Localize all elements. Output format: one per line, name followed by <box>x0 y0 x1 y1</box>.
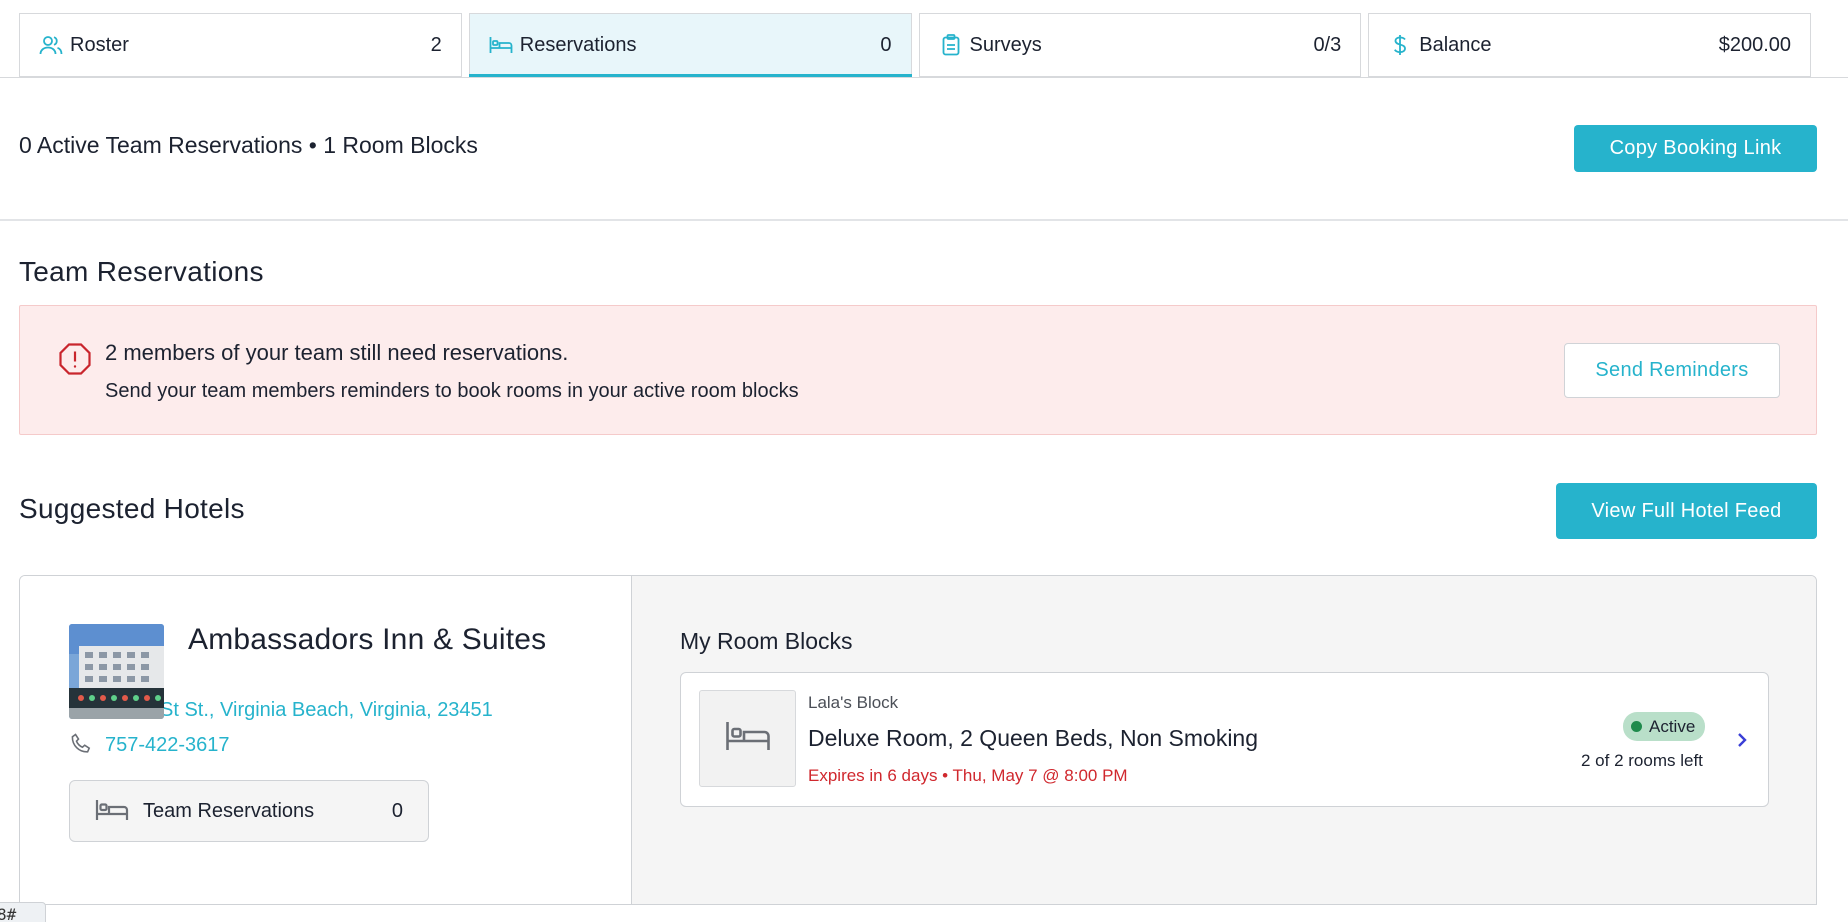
status-badge: Active <box>1623 712 1706 741</box>
tab-reservations-label: Reservations <box>519 33 637 56</box>
tab-reservations-count: 0 <box>880 33 892 56</box>
alert-octagon-icon <box>58 342 92 376</box>
chevron-right-icon[interactable] <box>1735 729 1749 751</box>
suggested-hotels-heading: Suggested Hotels <box>19 493 245 524</box>
tabs-divider <box>0 77 1848 78</box>
send-reminders-button[interactable]: Send Reminders <box>1564 343 1780 398</box>
room-thumbnail <box>699 690 796 787</box>
tab-surveys[interactable]: Surveys 0/3 <box>918 13 1362 77</box>
hotel-details: St St., Virginia Beach, Virginia, 23451 … <box>20 576 632 904</box>
bed-icon <box>488 32 514 58</box>
hotel-card: St St., Virginia Beach, Virginia, 23451 … <box>19 575 1817 905</box>
rooms-left: 2 of 2 rooms left <box>1581 751 1703 770</box>
hotel-photo <box>69 624 164 719</box>
room-block-name: Lala's Block <box>808 693 899 712</box>
tab-reservations[interactable]: Reservations 0 <box>468 13 912 78</box>
section-tabs: Roster 2 Reservations 0 Surveys 0/3 Bala… <box>19 13 1811 78</box>
tab-roster-count: 2 <box>430 33 442 56</box>
team-reservations-label: Team Reservations <box>143 799 315 822</box>
tab-balance-amount: $200.00 <box>1718 33 1791 56</box>
tab-balance[interactable]: Balance $200.00 <box>1368 13 1811 77</box>
team-reservations-count: 0 <box>391 799 403 822</box>
room-block-expiry: Expires in 6 days • Thu, May 7 @ 8:00 PM <box>808 766 1128 785</box>
section-divider <box>0 219 1848 221</box>
reservations-summary: 0 Active Team Reservations • 1 Room Bloc… <box>19 132 478 158</box>
bed-icon <box>725 720 771 757</box>
tab-roster[interactable]: Roster 2 <box>19 13 462 77</box>
status-badge-label: Active <box>1649 716 1696 736</box>
view-hotel-feed-button[interactable]: View Full Hotel Feed <box>1556 483 1817 539</box>
users-icon <box>38 32 64 58</box>
reservations-alert: 2 members of your team still need reserv… <box>19 305 1817 435</box>
room-blocks-heading: My Room Blocks <box>680 628 853 654</box>
clipboard-icon <box>938 32 964 58</box>
tab-roster-label: Roster <box>70 33 129 56</box>
bed-icon <box>95 798 129 824</box>
room-block-card[interactable]: Lala's Block Deluxe Room, 2 Queen Beds, … <box>680 672 1769 807</box>
status-dot <box>1631 721 1642 732</box>
tab-surveys-count: 0/3 <box>1313 33 1342 56</box>
room-block-room-type: Deluxe Room, 2 Queen Beds, Non Smoking <box>808 725 1259 751</box>
hotel-address[interactable]: St St., Virginia Beach, Virginia, 23451 <box>160 699 493 722</box>
hotel-phone[interactable]: 757-422-3617 <box>105 734 230 757</box>
team-reservations-heading: Team Reservations <box>19 256 264 287</box>
corner-tag: 8# <box>0 902 46 922</box>
team-reservations-count-button[interactable]: Team Reservations 0 <box>69 780 429 842</box>
copy-booking-link-button[interactable]: Copy Booking Link <box>1574 125 1817 172</box>
tab-balance-label: Balance <box>1419 33 1492 56</box>
tab-surveys-label: Surveys <box>969 33 1042 56</box>
phone-icon <box>69 732 93 756</box>
room-blocks-panel: My Room Blocks Lala's Block Deluxe Room,… <box>632 576 1816 904</box>
alert-message: Send your team members reminders to book… <box>105 380 799 402</box>
alert-title: 2 members of your team still need reserv… <box>105 340 569 365</box>
dollar-icon <box>1387 32 1413 58</box>
hotel-name: Ambassadors Inn & Suites <box>188 623 547 656</box>
